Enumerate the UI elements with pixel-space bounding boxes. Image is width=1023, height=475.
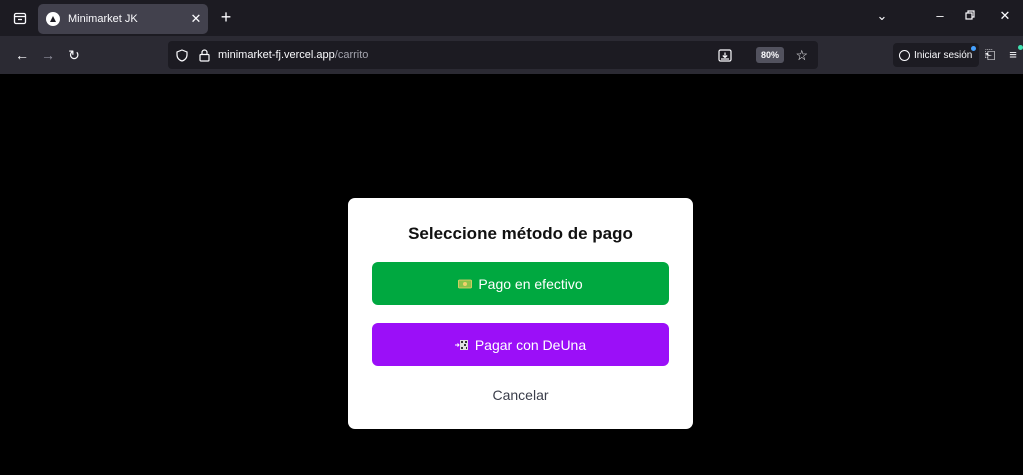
- qr-icon: [454, 339, 469, 350]
- close-tab-icon[interactable]: ✕: [184, 11, 208, 27]
- close-window-icon[interactable]: ✕: [995, 8, 1015, 28]
- money-icon: [458, 278, 473, 289]
- account-icon: [899, 49, 910, 61]
- cash-payment-button[interactable]: Pago en efectivo: [372, 262, 669, 305]
- tab-minimarket[interactable]: Minimarket JK ✕: [38, 4, 208, 34]
- url-text: minimarket-fj.vercel.app/carrito: [218, 49, 368, 61]
- tab-bar: Minimarket JK ✕ + ⌄ – ✕: [0, 0, 1023, 36]
- reader-view-icon[interactable]: [717, 47, 733, 63]
- back-icon[interactable]: ←: [12, 45, 32, 65]
- site-favicon-icon: [46, 12, 60, 26]
- navigation-bar: ← → ↻ minimarket-fj.vercel.app/carrito 8…: [0, 36, 1023, 74]
- payment-method-modal: Seleccione método de pago Pago en efecti…: [348, 198, 693, 429]
- tab-list-icon[interactable]: [10, 8, 30, 28]
- signin-label: Iniciar sesión: [914, 49, 973, 61]
- cancel-button[interactable]: Cancelar: [348, 387, 693, 403]
- shield-icon[interactable]: [174, 47, 190, 63]
- forward-icon[interactable]: →: [38, 45, 58, 65]
- restore-icon[interactable]: [960, 8, 980, 28]
- minimize-icon[interactable]: –: [930, 8, 950, 28]
- lock-icon[interactable]: [196, 47, 212, 63]
- address-bar[interactable]: minimarket-fj.vercel.app/carrito 80% ☆: [168, 41, 818, 69]
- share-icon[interactable]: ⎗: [980, 45, 1000, 65]
- url-path: /carrito: [334, 49, 369, 61]
- notification-dot: [971, 46, 977, 51]
- update-dot: [1018, 45, 1023, 50]
- bookmark-star-icon[interactable]: ☆: [795, 46, 808, 64]
- deuna-payment-label: Pagar con DeUna: [474, 336, 587, 353]
- new-tab-icon[interactable]: +: [216, 8, 236, 28]
- chevron-down-icon[interactable]: ⌄: [872, 8, 892, 28]
- tab-title: Minimarket JK: [68, 13, 138, 25]
- url-host: minimarket-fj.vercel.app: [218, 49, 335, 61]
- zoom-level[interactable]: 80%: [755, 47, 784, 63]
- modal-title: Seleccione método de pago: [408, 224, 633, 243]
- menu-icon[interactable]: ≡: [1003, 45, 1023, 65]
- deuna-payment-button[interactable]: Pagar con DeUna: [372, 323, 669, 366]
- cash-payment-label: Pago en efectivo: [478, 275, 583, 292]
- reload-icon[interactable]: ↻: [64, 45, 84, 65]
- signin-button[interactable]: Iniciar sesión: [893, 43, 980, 67]
